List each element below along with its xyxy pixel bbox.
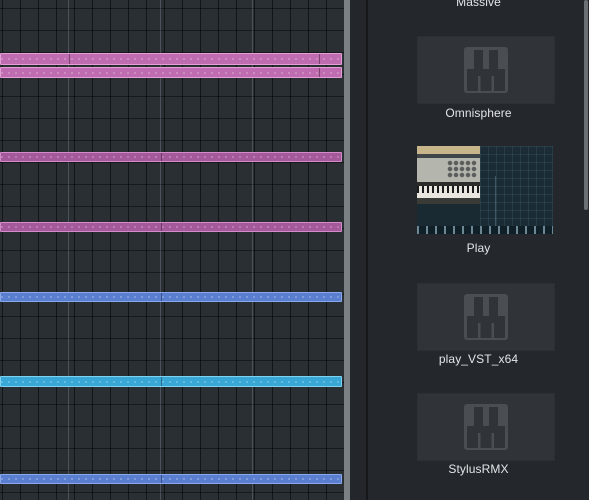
piano-keys bbox=[417, 186, 480, 198]
plugin-tile-omnisphere[interactable] bbox=[417, 36, 555, 104]
knobs bbox=[447, 160, 477, 178]
plugin-label[interactable]: Play bbox=[368, 241, 589, 255]
piano-keys-icon bbox=[464, 404, 508, 450]
clip-seam bbox=[319, 54, 320, 64]
clip-seam bbox=[319, 68, 320, 77]
midi-clip[interactable] bbox=[0, 292, 342, 302]
midi-clip[interactable] bbox=[0, 474, 342, 484]
play-bottom-strip bbox=[417, 226, 553, 234]
plugin-browser: Massive Omnisphere Play play_VST_x64 Sty… bbox=[368, 0, 589, 500]
plugin-label[interactable]: play_VST_x64 bbox=[368, 352, 589, 366]
clip-seam bbox=[161, 293, 162, 301]
plugin-label[interactable]: StylusRMX bbox=[368, 462, 589, 476]
midi-clip[interactable] bbox=[0, 67, 342, 78]
clip-seam bbox=[161, 475, 162, 483]
track-lane bbox=[0, 376, 342, 387]
midi-clip[interactable] bbox=[0, 53, 342, 65]
midi-clip[interactable] bbox=[0, 152, 342, 162]
plugin-label[interactable]: Omnisphere bbox=[368, 106, 589, 120]
plugin-tile-play-vst-x64[interactable] bbox=[417, 283, 555, 351]
clip-seam bbox=[69, 54, 70, 64]
midi-clip[interactable] bbox=[0, 222, 342, 232]
track-lane bbox=[0, 53, 342, 79]
track-lane bbox=[0, 222, 342, 232]
plugin-tile-stylusrmx[interactable] bbox=[417, 393, 555, 461]
clip-seam bbox=[161, 153, 162, 161]
clip-seam bbox=[161, 223, 162, 231]
track-lane bbox=[0, 474, 342, 484]
arrange-grid[interactable] bbox=[0, 0, 344, 500]
piano-keys-icon bbox=[464, 294, 508, 340]
play-panel-divider bbox=[495, 176, 496, 231]
panel-gap bbox=[350, 0, 366, 500]
midi-clip[interactable] bbox=[0, 376, 342, 387]
plugin-tile-play[interactable] bbox=[417, 146, 553, 234]
browser-scrollbar[interactable] bbox=[584, 0, 588, 210]
plugin-label[interactable]: Massive bbox=[368, 0, 589, 9]
clip-seam bbox=[161, 377, 162, 386]
track-lane bbox=[0, 292, 342, 302]
play-panel bbox=[480, 146, 553, 234]
track-lane bbox=[0, 152, 342, 162]
piano-keys-icon bbox=[464, 47, 508, 93]
